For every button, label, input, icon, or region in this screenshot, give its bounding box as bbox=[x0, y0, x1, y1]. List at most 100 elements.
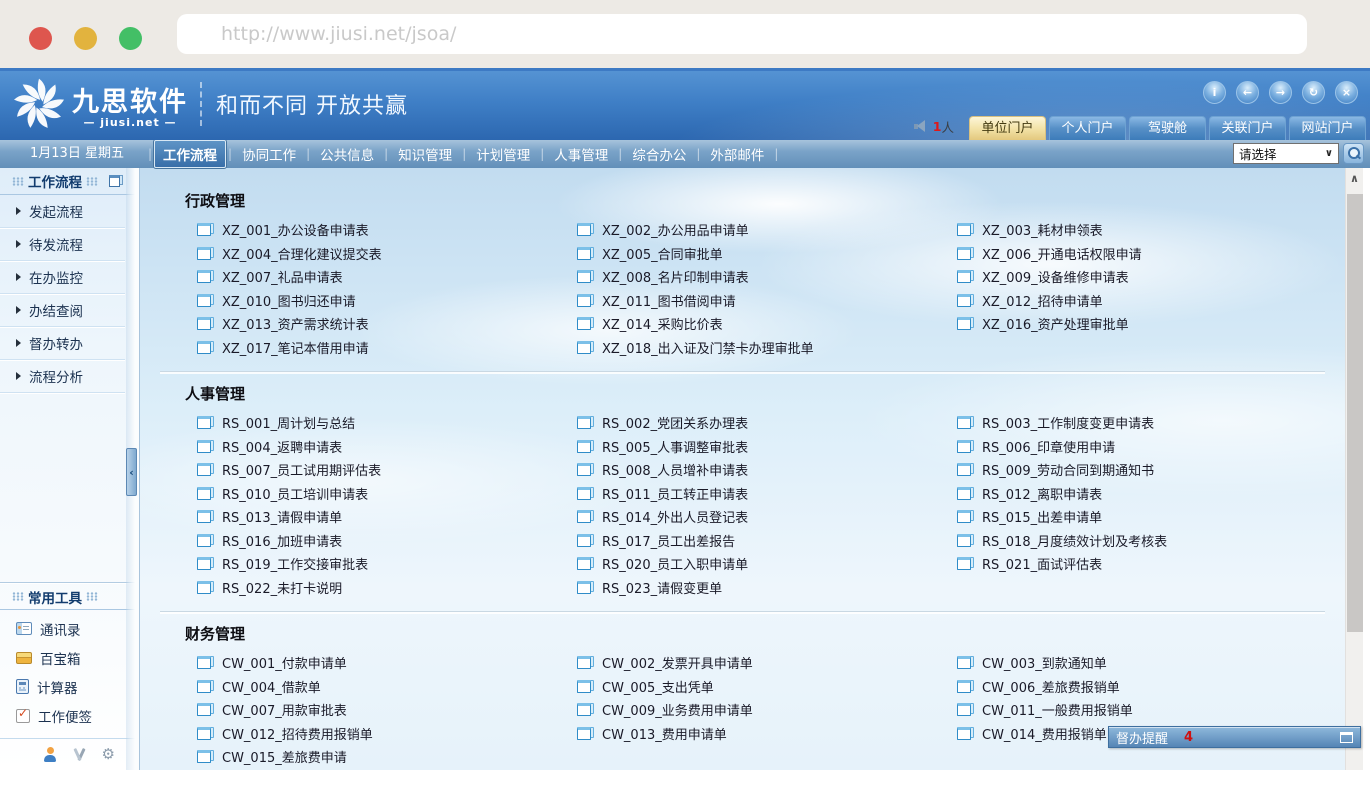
form-link[interactable]: CW_007_用款审批表 bbox=[185, 698, 565, 722]
form-link[interactable]: RS_009_劳动合同到期通知书 bbox=[945, 458, 1325, 482]
todo-reminder-bar[interactable]: 督办提醒 4 bbox=[1108, 726, 1361, 748]
tool-item[interactable]: 百宝箱 bbox=[0, 643, 139, 672]
maximize-window-button[interactable] bbox=[119, 27, 142, 50]
form-link[interactable]: RS_013_请假申请单 bbox=[185, 505, 565, 529]
form-link[interactable]: XZ_014_采购比价表 bbox=[565, 312, 945, 336]
form-link[interactable]: RS_002_党团关系办理表 bbox=[565, 411, 945, 435]
form-link[interactable]: CW_009_业务费用申请单 bbox=[565, 698, 945, 722]
quick-select-dropdown[interactable]: 请选择 ∨ bbox=[1233, 143, 1339, 164]
section-title: 行政管理 bbox=[185, 190, 1325, 211]
gear-icon[interactable]: ⚙ bbox=[102, 747, 115, 762]
form-link[interactable]: XZ_005_合同审批单 bbox=[565, 242, 945, 266]
form-link[interactable]: XZ_008_名片印制申请表 bbox=[565, 265, 945, 289]
nav-item[interactable]: 公共信息 bbox=[312, 141, 382, 167]
nav-item[interactable]: 综合办公 bbox=[624, 141, 694, 167]
form-link[interactable]: RS_015_出差申请单 bbox=[945, 505, 1325, 529]
form-link[interactable]: CW_006_差旅费报销单 bbox=[945, 675, 1325, 699]
form-link[interactable]: RS_021_面试评估表 bbox=[945, 552, 1325, 576]
url-text: http://www.jiusi.net/jsoa/ bbox=[177, 14, 1307, 54]
form-link[interactable]: XZ_004_合理化建议提交表 bbox=[185, 242, 565, 266]
form-link[interactable]: CW_012_招待费用报销单 bbox=[185, 722, 565, 746]
form-link[interactable]: RS_008_人员增补申请表 bbox=[565, 458, 945, 482]
form-link[interactable]: RS_010_员工培训申请表 bbox=[185, 482, 565, 506]
sidebar-flow-item[interactable]: 流程分析 bbox=[0, 360, 125, 393]
address-bar[interactable]: http://www.jiusi.net/jsoa/ bbox=[177, 14, 1307, 54]
nav-item[interactable]: 知识管理 bbox=[390, 141, 460, 167]
close-button[interactable]: × bbox=[1335, 81, 1358, 104]
close-window-button[interactable] bbox=[29, 27, 52, 50]
nav-separator: | bbox=[306, 147, 310, 161]
nav-item[interactable]: 协同工作 bbox=[234, 141, 304, 167]
form-link[interactable]: XZ_009_设备维修申请表 bbox=[945, 265, 1325, 289]
form-link[interactable]: CW_004_借款单 bbox=[185, 675, 565, 699]
sidebar-flow-item[interactable]: 待发流程 bbox=[0, 228, 125, 261]
portal-tab[interactable]: 个人门户 bbox=[1049, 116, 1126, 140]
form-link[interactable]: CW_005_支出凭单 bbox=[565, 675, 945, 699]
form-link[interactable]: RS_019_工作交接审批表 bbox=[185, 552, 565, 576]
form-link[interactable]: RS_020_员工入职申请单 bbox=[565, 552, 945, 576]
sidebar-flow-item[interactable]: 发起流程 bbox=[0, 195, 125, 228]
scrollbar-thumb[interactable] bbox=[1347, 194, 1363, 632]
form-link[interactable]: XZ_010_图书归还申请 bbox=[185, 289, 565, 313]
form-link[interactable]: XZ_007_礼品申请表 bbox=[185, 265, 565, 289]
nav-item[interactable]: 工作流程 bbox=[154, 140, 226, 168]
form-link[interactable]: XZ_012_招待申请单 bbox=[945, 289, 1325, 313]
portal-tab[interactable]: 关联门户 bbox=[1209, 116, 1286, 140]
form-link[interactable]: RS_018_月度绩效计划及考核表 bbox=[945, 529, 1325, 553]
form-link[interactable]: CW_001_付款申请单 bbox=[185, 651, 565, 675]
nav-item[interactable]: 计划管理 bbox=[468, 141, 538, 167]
form-link[interactable]: RS_023_请假变更单 bbox=[565, 576, 945, 600]
tool-item[interactable]: 通讯录 bbox=[0, 614, 139, 643]
nav-item[interactable]: 外部邮件 bbox=[702, 141, 772, 167]
portal-tab[interactable]: 网站门户 bbox=[1289, 116, 1366, 140]
online-indicator: 1 人 bbox=[914, 117, 954, 136]
form-link[interactable]: XZ_001_办公设备申请表 bbox=[185, 218, 565, 242]
user-icon[interactable] bbox=[43, 747, 57, 762]
form-link[interactable]: CW_015_差旅费申请 bbox=[185, 745, 565, 769]
form-link[interactable]: RS_004_返聘申请表 bbox=[185, 435, 565, 459]
form-link[interactable]: RS_007_员工试用期评估表 bbox=[185, 458, 565, 482]
form-link[interactable]: CW_002_发票开具申请单 bbox=[565, 651, 945, 675]
form-link[interactable]: XZ_003_耗材申领表 bbox=[945, 218, 1325, 242]
search-button[interactable] bbox=[1343, 143, 1364, 164]
nav-item[interactable]: 人事管理 bbox=[546, 141, 616, 167]
form-link[interactable]: XZ_017_笔记本借用申请 bbox=[185, 336, 565, 360]
portal-tab[interactable]: 驾驶舱 bbox=[1129, 116, 1206, 140]
form-link[interactable]: XZ_006_开通电话权限申请 bbox=[945, 242, 1325, 266]
form-link[interactable]: XZ_013_资产需求统计表 bbox=[185, 312, 565, 336]
form-link[interactable]: CW_003_到款通知单 bbox=[945, 651, 1325, 675]
refresh-button[interactable]: ↻ bbox=[1302, 81, 1325, 104]
portal-tab[interactable]: 单位门户 bbox=[969, 116, 1046, 140]
maximize-reminder-icon[interactable] bbox=[1340, 732, 1353, 743]
scroll-up-arrow-icon[interactable]: ∧ bbox=[1346, 168, 1363, 190]
sidebar-flow-item[interactable]: 督办转办 bbox=[0, 327, 125, 360]
form-link[interactable]: RS_014_外出人员登记表 bbox=[565, 505, 945, 529]
form-link[interactable]: CW_011_一般费用报销单 bbox=[945, 698, 1325, 722]
tool-item[interactable]: 计算器 bbox=[0, 672, 139, 701]
form-link[interactable]: RS_012_离职申请表 bbox=[945, 482, 1325, 506]
back-button[interactable]: ← bbox=[1236, 81, 1259, 104]
tool-item[interactable]: 工作便签 bbox=[0, 701, 139, 730]
sidebar-collapse-handle[interactable]: ‹ bbox=[126, 448, 137, 496]
form-link[interactable]: RS_016_加班申请表 bbox=[185, 529, 565, 553]
form-link[interactable]: RS_005_人事调整审批表 bbox=[565, 435, 945, 459]
popout-window-icon[interactable] bbox=[109, 175, 123, 187]
forward-button[interactable]: → bbox=[1269, 81, 1292, 104]
info-button[interactable]: i bbox=[1203, 81, 1226, 104]
form-link[interactable]: XZ_018_出入证及门禁卡办理审批单 bbox=[565, 336, 945, 360]
form-link[interactable]: RS_022_未打卡说明 bbox=[185, 576, 565, 600]
sidebar-flow-item[interactable]: 办结查阅 bbox=[0, 294, 125, 327]
form-link[interactable]: XZ_016_资产处理审批单 bbox=[945, 312, 1325, 336]
form-link[interactable]: RS_006_印章使用申请 bbox=[945, 435, 1325, 459]
form-link[interactable]: RS_017_员工出差报告 bbox=[565, 529, 945, 553]
form-link[interactable]: XZ_002_办公用品申请单 bbox=[565, 218, 945, 242]
form-link[interactable]: RS_011_员工转正申请表 bbox=[565, 482, 945, 506]
form-link[interactable]: RS_001_周计划与总结 bbox=[185, 411, 565, 435]
tools-icon[interactable] bbox=[72, 747, 87, 762]
form-link[interactable]: RS_003_工作制度变更申请表 bbox=[945, 411, 1325, 435]
vertical-scrollbar[interactable]: ∧ bbox=[1345, 168, 1363, 770]
minimize-window-button[interactable] bbox=[74, 27, 97, 50]
sidebar-flow-item[interactable]: 在办监控 bbox=[0, 261, 125, 294]
form-link[interactable]: XZ_011_图书借阅申请 bbox=[565, 289, 945, 313]
form-link[interactable]: CW_013_费用申请单 bbox=[565, 722, 945, 746]
